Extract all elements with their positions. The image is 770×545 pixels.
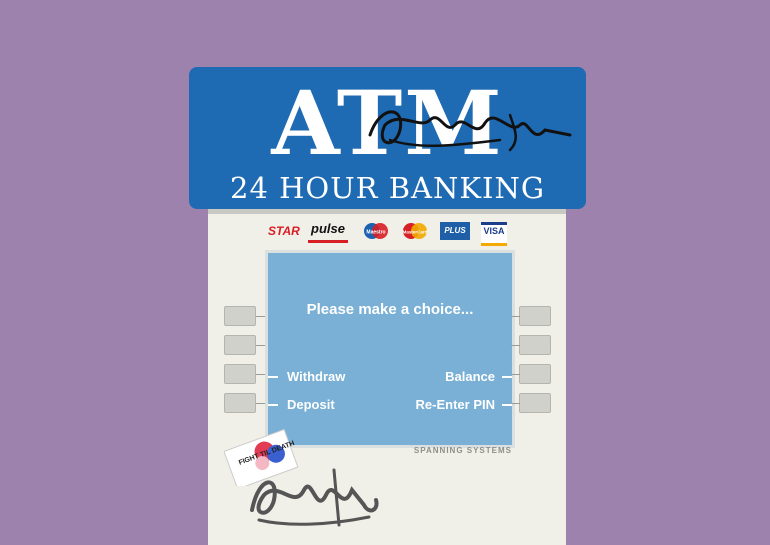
right-key-2[interactable] bbox=[519, 335, 551, 355]
left-key-4-connector bbox=[256, 403, 265, 404]
tick-balance bbox=[502, 376, 512, 378]
right-key-2-connector bbox=[511, 345, 520, 346]
plus-logo: PLUS bbox=[440, 222, 470, 240]
option-balance: Balance bbox=[445, 369, 495, 384]
mastercard-logo: MasterCard bbox=[403, 223, 428, 239]
left-key-3-connector bbox=[256, 374, 265, 375]
graffiti-tag-icon bbox=[368, 110, 572, 152]
screen-prompt: Please make a choice... bbox=[306, 301, 474, 318]
option-deposit: Deposit bbox=[287, 397, 335, 412]
right-key-1-connector bbox=[511, 316, 520, 317]
maestro-logo-text: Maestro bbox=[366, 230, 385, 236]
right-key-3-balance[interactable] bbox=[519, 364, 551, 384]
left-key-2[interactable] bbox=[224, 335, 256, 355]
star-logo: STAR bbox=[268, 224, 300, 238]
atm-screen: Please make a choice... Withdraw Deposit… bbox=[265, 250, 515, 448]
tick-withdraw bbox=[268, 376, 278, 378]
right-key-1[interactable] bbox=[519, 306, 551, 326]
option-reenter-pin: Re-Enter PIN bbox=[415, 397, 495, 412]
left-key-1[interactable] bbox=[224, 306, 256, 326]
right-key-4-connector bbox=[511, 403, 520, 404]
pulse-logo: pulse bbox=[308, 222, 348, 243]
graffiti-scribble-icon bbox=[250, 468, 379, 527]
card-network-logos: STAR pulse Maestro MasterCard PLUS VISA bbox=[268, 222, 508, 246]
atm-sign-subtitle: 24 HOUR BANKING bbox=[230, 171, 545, 205]
mastercard-logo-text: MasterCard bbox=[403, 230, 428, 235]
left-key-1-connector bbox=[256, 316, 265, 317]
right-key-4-reenter-pin[interactable] bbox=[519, 393, 551, 413]
left-key-2-connector bbox=[256, 345, 265, 346]
left-key-4-deposit[interactable] bbox=[224, 393, 256, 413]
visa-logo: VISA bbox=[481, 222, 507, 246]
tick-reenter-pin bbox=[502, 404, 512, 406]
right-key-3-connector bbox=[511, 374, 520, 375]
maestro-logo: Maestro bbox=[364, 223, 388, 239]
tick-deposit bbox=[268, 404, 278, 406]
left-key-3-withdraw[interactable] bbox=[224, 364, 256, 384]
manufacturer-brand: SPANNING SYSTEMS bbox=[413, 446, 512, 455]
option-withdraw: Withdraw bbox=[287, 369, 346, 384]
